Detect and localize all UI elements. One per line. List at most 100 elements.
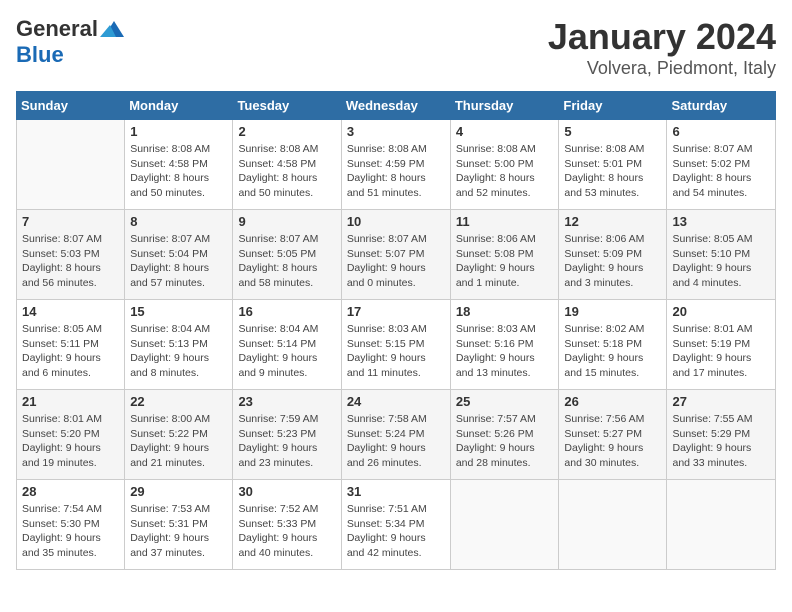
day-number: 22 [130,394,227,409]
calendar-cell: 9Sunrise: 8:07 AMSunset: 5:05 PMDaylight… [233,210,341,300]
day-info: Sunrise: 8:05 AMSunset: 5:10 PMDaylight:… [672,232,770,291]
day-info: Sunrise: 8:03 AMSunset: 5:15 PMDaylight:… [347,322,445,381]
calendar: SundayMondayTuesdayWednesdayThursdayFrid… [16,91,776,570]
calendar-cell: 12 Sunrise: 8:06 AMSunset: 5:09 PMDayligh… [559,210,667,300]
calendar-cell [559,480,667,570]
day-info: Sunrise: 8:05 AMSunset: 5:11 PMDaylight:… [22,322,119,381]
day-header-sunday: Sunday [17,92,125,120]
day-info: Sunrise: 7:52 AMSunset: 5:33 PMDaylight:… [238,502,335,561]
day-number: 20 [672,304,770,319]
day-info: Sunrise: 8:06 AMSunset: 5:09 PMDaylight:… [564,232,661,291]
day-number: 12 [564,214,661,229]
calendar-cell: 1 Sunrise: 8:08 AMSunset: 4:58 PMDaylight… [125,120,233,210]
day-info: Sunrise: 8:08 AMSunset: 4:58 PMDaylight:… [238,142,335,201]
day-info: Sunrise: 8:00 AMSunset: 5:22 PMDaylight:… [130,412,227,471]
day-info: Sunrise: 8:08 AMSunset: 4:59 PMDaylight:… [347,142,445,201]
day-info: Sunrise: 8:08 AMSunset: 5:00 PMDaylight:… [456,142,554,201]
day-number: 28 [22,484,119,499]
day-number: 25 [456,394,554,409]
calendar-cell: 5 Sunrise: 8:08 AMSunset: 5:01 PMDaylight… [559,120,667,210]
day-number: 2 [238,124,335,139]
calendar-cell: 20 Sunrise: 8:01 AMSunset: 5:19 PMDayligh… [667,300,776,390]
calendar-cell: 15Sunrise: 8:04 AMSunset: 5:13 PMDayligh… [125,300,233,390]
day-info: Sunrise: 7:55 AMSunset: 5:29 PMDaylight:… [672,412,770,471]
day-number: 10 [347,214,445,229]
day-number: 13 [672,214,770,229]
calendar-cell: 24Sunrise: 7:58 AMSunset: 5:24 PMDayligh… [341,390,450,480]
month-title: January 2024 [548,16,776,58]
logo-blue-text: Blue [16,42,64,68]
day-number: 31 [347,484,445,499]
day-info: Sunrise: 7:58 AMSunset: 5:24 PMDaylight:… [347,412,445,471]
logo: General Blue [16,16,124,68]
day-number: 14 [22,304,119,319]
calendar-cell: 29 Sunrise: 7:53 AMSunset: 5:31 PMDayligh… [125,480,233,570]
day-number: 16 [238,304,335,319]
calendar-cell: 26Sunrise: 7:56 AMSunset: 5:27 PMDayligh… [559,390,667,480]
header: General Blue January 2024 Volvera, Piedm… [16,16,776,79]
day-info: Sunrise: 8:07 AMSunset: 5:07 PMDaylight:… [347,232,445,291]
day-number: 21 [22,394,119,409]
title-area: January 2024 Volvera, Piedmont, Italy [548,16,776,79]
day-info: Sunrise: 8:07 AMSunset: 5:05 PMDaylight:… [238,232,335,291]
calendar-cell: 16Sunrise: 8:04 AMSunset: 5:14 PMDayligh… [233,300,341,390]
calendar-cell: 18 Sunrise: 8:03 AMSunset: 5:16 PMDayligh… [450,300,559,390]
day-info: Sunrise: 8:02 AMSunset: 5:18 PMDaylight:… [564,322,661,381]
logo-general-text: General [16,16,98,42]
calendar-week-row-4: 21 Sunrise: 8:01 AMSunset: 5:20 PMDayligh… [17,390,776,480]
day-info: Sunrise: 8:08 AMSunset: 5:01 PMDaylight:… [564,142,661,201]
calendar-week-row-3: 14 Sunrise: 8:05 AMSunset: 5:11 PMDayligh… [17,300,776,390]
day-number: 5 [564,124,661,139]
calendar-header-row: SundayMondayTuesdayWednesdayThursdayFrid… [17,92,776,120]
day-info: Sunrise: 7:57 AMSunset: 5:26 PMDaylight:… [456,412,554,471]
day-info: Sunrise: 7:59 AMSunset: 5:23 PMDaylight:… [238,412,335,471]
day-info: Sunrise: 8:01 AMSunset: 5:19 PMDaylight:… [672,322,770,381]
calendar-cell: 19 Sunrise: 8:02 AMSunset: 5:18 PMDayligh… [559,300,667,390]
calendar-cell: 4 Sunrise: 8:08 AMSunset: 5:00 PMDaylight… [450,120,559,210]
day-number: 19 [564,304,661,319]
calendar-cell: 13 Sunrise: 8:05 AMSunset: 5:10 PMDayligh… [667,210,776,300]
logo-icon [100,17,124,41]
day-header-thursday: Thursday [450,92,559,120]
day-info: Sunrise: 8:08 AMSunset: 4:58 PMDaylight:… [130,142,227,201]
day-info: Sunrise: 8:06 AMSunset: 5:08 PMDaylight:… [456,232,554,291]
day-info: Sunrise: 7:53 AMSunset: 5:31 PMDaylight:… [130,502,227,561]
day-info: Sunrise: 8:04 AMSunset: 5:13 PMDaylight:… [130,322,227,381]
day-number: 7 [22,214,119,229]
day-header-tuesday: Tuesday [233,92,341,120]
day-info: Sunrise: 8:03 AMSunset: 5:16 PMDaylight:… [456,322,554,381]
location-title: Volvera, Piedmont, Italy [548,58,776,79]
calendar-cell: 25 Sunrise: 7:57 AMSunset: 5:26 PMDayligh… [450,390,559,480]
day-number: 29 [130,484,227,499]
calendar-cell: 3Sunrise: 8:08 AMSunset: 4:59 PMDaylight… [341,120,450,210]
calendar-cell: 8 Sunrise: 8:07 AMSunset: 5:04 PMDaylight… [125,210,233,300]
day-header-saturday: Saturday [667,92,776,120]
day-number: 4 [456,124,554,139]
day-info: Sunrise: 7:54 AMSunset: 5:30 PMDaylight:… [22,502,119,561]
calendar-cell: 14 Sunrise: 8:05 AMSunset: 5:11 PMDayligh… [17,300,125,390]
calendar-week-row-1: 1 Sunrise: 8:08 AMSunset: 4:58 PMDaylight… [17,120,776,210]
day-info: Sunrise: 8:07 AMSunset: 5:04 PMDaylight:… [130,232,227,291]
day-number: 27 [672,394,770,409]
calendar-cell [17,120,125,210]
day-number: 26 [564,394,661,409]
calendar-cell: 17 Sunrise: 8:03 AMSunset: 5:15 PMDayligh… [341,300,450,390]
day-info: Sunrise: 8:07 AMSunset: 5:02 PMDaylight:… [672,142,770,201]
calendar-cell: 22 Sunrise: 8:00 AMSunset: 5:22 PMDayligh… [125,390,233,480]
calendar-week-row-5: 28 Sunrise: 7:54 AMSunset: 5:30 PMDayligh… [17,480,776,570]
day-number: 18 [456,304,554,319]
day-number: 6 [672,124,770,139]
calendar-cell [667,480,776,570]
calendar-cell: 11Sunrise: 8:06 AMSunset: 5:08 PMDayligh… [450,210,559,300]
day-number: 30 [238,484,335,499]
calendar-cell: 31 Sunrise: 7:51 AMSunset: 5:34 PMDayligh… [341,480,450,570]
day-number: 8 [130,214,227,229]
day-number: 23 [238,394,335,409]
day-info: Sunrise: 7:51 AMSunset: 5:34 PMDaylight:… [347,502,445,561]
day-info: Sunrise: 8:07 AMSunset: 5:03 PMDaylight:… [22,232,119,291]
calendar-cell: 10 Sunrise: 8:07 AMSunset: 5:07 PMDayligh… [341,210,450,300]
day-info: Sunrise: 8:01 AMSunset: 5:20 PMDaylight:… [22,412,119,471]
calendar-cell: 23 Sunrise: 7:59 AMSunset: 5:23 PMDayligh… [233,390,341,480]
day-number: 1 [130,124,227,139]
day-number: 17 [347,304,445,319]
